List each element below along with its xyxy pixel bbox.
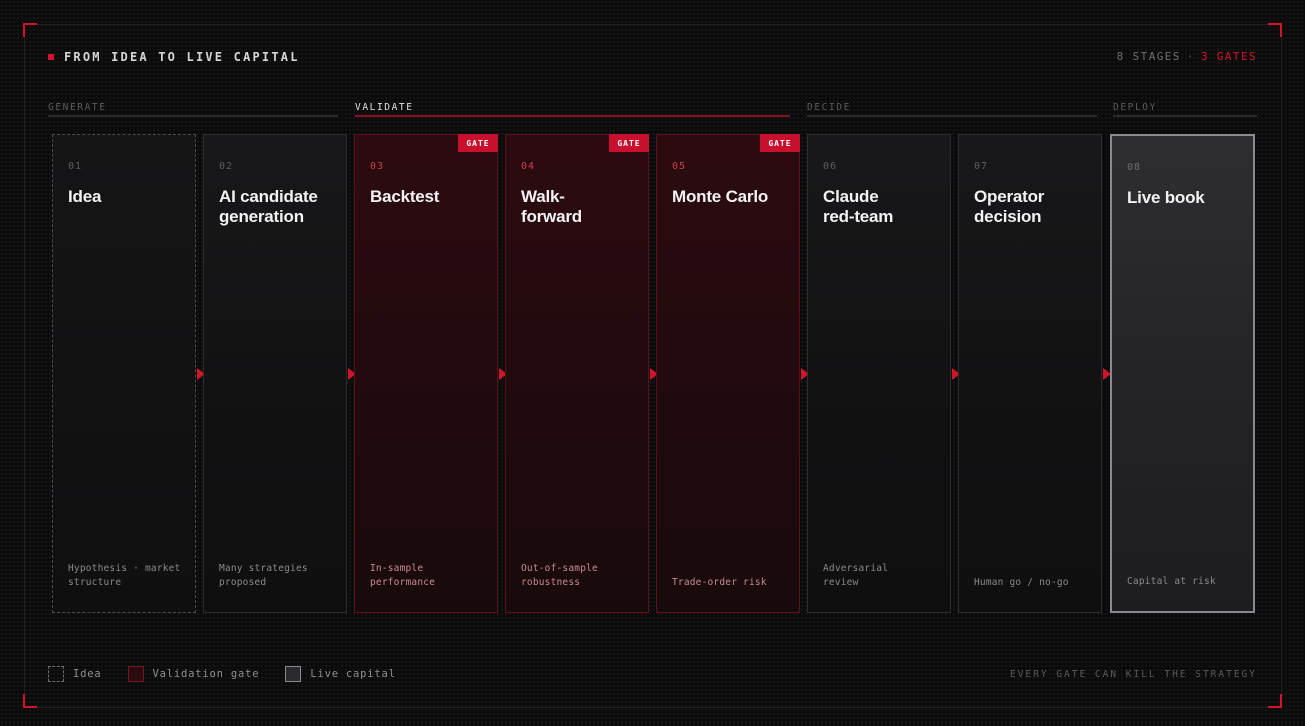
stats-separator: · — [1186, 50, 1195, 63]
stage-number: 01 — [68, 161, 83, 172]
stage-number: 05 — [672, 161, 687, 172]
stage-description: Capital at risk — [1127, 576, 1216, 587]
legend-item-validation-gate: Validation gate — [127, 666, 260, 682]
phase-validate: VALIDATE — [355, 97, 790, 117]
phase-label: DECIDE — [807, 102, 851, 113]
legend-label: Idea — [73, 668, 102, 680]
stage-operator-decision: 07 Operator decision Human go / no-go — [958, 134, 1102, 613]
title-text: FROM IDEA TO LIVE CAPITAL — [64, 50, 300, 64]
stage-number: 06 — [823, 161, 838, 172]
phase-deploy: DEPLOY — [1113, 97, 1257, 117]
diagram-title: FROM IDEA TO LIVE CAPITAL — [48, 50, 300, 64]
phase-label: DEPLOY — [1113, 102, 1157, 113]
gate-badge: GATE — [760, 134, 800, 152]
stage-title: Idea — [68, 187, 102, 206]
stage-title: Claude red-team — [823, 187, 894, 226]
frame-corner-top-left — [23, 23, 37, 37]
stage-description: Out-of-sample robustness — [521, 563, 598, 588]
phase-label: GENERATE — [48, 102, 107, 113]
stage-number: 04 — [521, 161, 536, 172]
stage-title: Live book — [1127, 188, 1205, 207]
gate-badge: GATE — [609, 134, 649, 152]
stage-number: 03 — [370, 161, 385, 172]
stage-description: Trade-order risk — [672, 577, 767, 588]
legend-item-idea: Idea — [48, 666, 102, 682]
stage-number: 07 — [974, 161, 989, 172]
gates-count: 3 GATES — [1200, 50, 1257, 63]
frame-corner-top-right — [1268, 23, 1282, 37]
stage-backtest: GATE 03 Backtest In-sample performance — [354, 134, 498, 613]
legend-swatch-dashed — [48, 666, 64, 682]
stage-title: Monte Carlo — [672, 187, 769, 206]
stage-title: AI candidate generation — [219, 187, 318, 226]
stage-claude-red-team: 06 Claude red-team Adversarial review — [807, 134, 951, 613]
stages-count: 8 STAGES — [1116, 50, 1181, 63]
frame-corner-bottom-left — [23, 694, 37, 708]
phase-bar — [807, 115, 1097, 117]
stage-description: Adversarial review — [823, 563, 889, 588]
phase-bar — [355, 115, 790, 117]
stage-title: Operator decision — [974, 187, 1045, 226]
phase-label: VALIDATE — [355, 102, 414, 113]
stage-ai-candidate-generation: 02 AI candidate generation Many strategi… — [203, 134, 347, 613]
legend-swatch-live — [285, 666, 302, 682]
stage-number: 08 — [1127, 162, 1142, 173]
phase-bar — [48, 115, 338, 117]
legend-label: Live capital — [310, 668, 396, 680]
stage-description: Human go / no-go — [974, 577, 1069, 588]
stage-description: In-sample performance — [370, 563, 436, 588]
gate-badge: GATE — [458, 134, 498, 152]
stage-walk-forward: GATE 04 Walk-forward Out-of-sample robus… — [505, 134, 649, 613]
stage-title: Walk-forward — [521, 187, 582, 226]
stage-live-book: 08 Live book Capital at risk — [1110, 134, 1255, 613]
header-stats: 8 STAGES · 3 GATES — [1117, 50, 1257, 63]
phase-decide: DECIDE — [807, 97, 1097, 117]
title-marker-icon — [48, 54, 54, 60]
stage-number: 02 — [219, 161, 234, 172]
stage-description: Hypothesis · market structure — [68, 563, 181, 588]
frame-corner-bottom-right — [1268, 694, 1282, 708]
legend: Idea Validation gate Live capital — [48, 666, 412, 682]
legend-item-live-capital: Live capital — [285, 666, 395, 682]
legend-swatch-gate — [127, 666, 144, 682]
stage-idea: 01 Idea Hypothesis · market structure — [52, 134, 196, 613]
stage-description: Many strategies proposed — [219, 563, 308, 588]
phase-generate: GENERATE — [48, 97, 338, 117]
stage-monte-carlo: GATE 05 Monte Carlo Trade-order risk — [656, 134, 800, 613]
phase-bar — [1113, 115, 1257, 117]
stage-title: Backtest — [370, 187, 440, 206]
footer-note: EVERY GATE CAN KILL THE STRATEGY — [1009, 669, 1257, 680]
legend-label: Validation gate — [152, 668, 260, 680]
